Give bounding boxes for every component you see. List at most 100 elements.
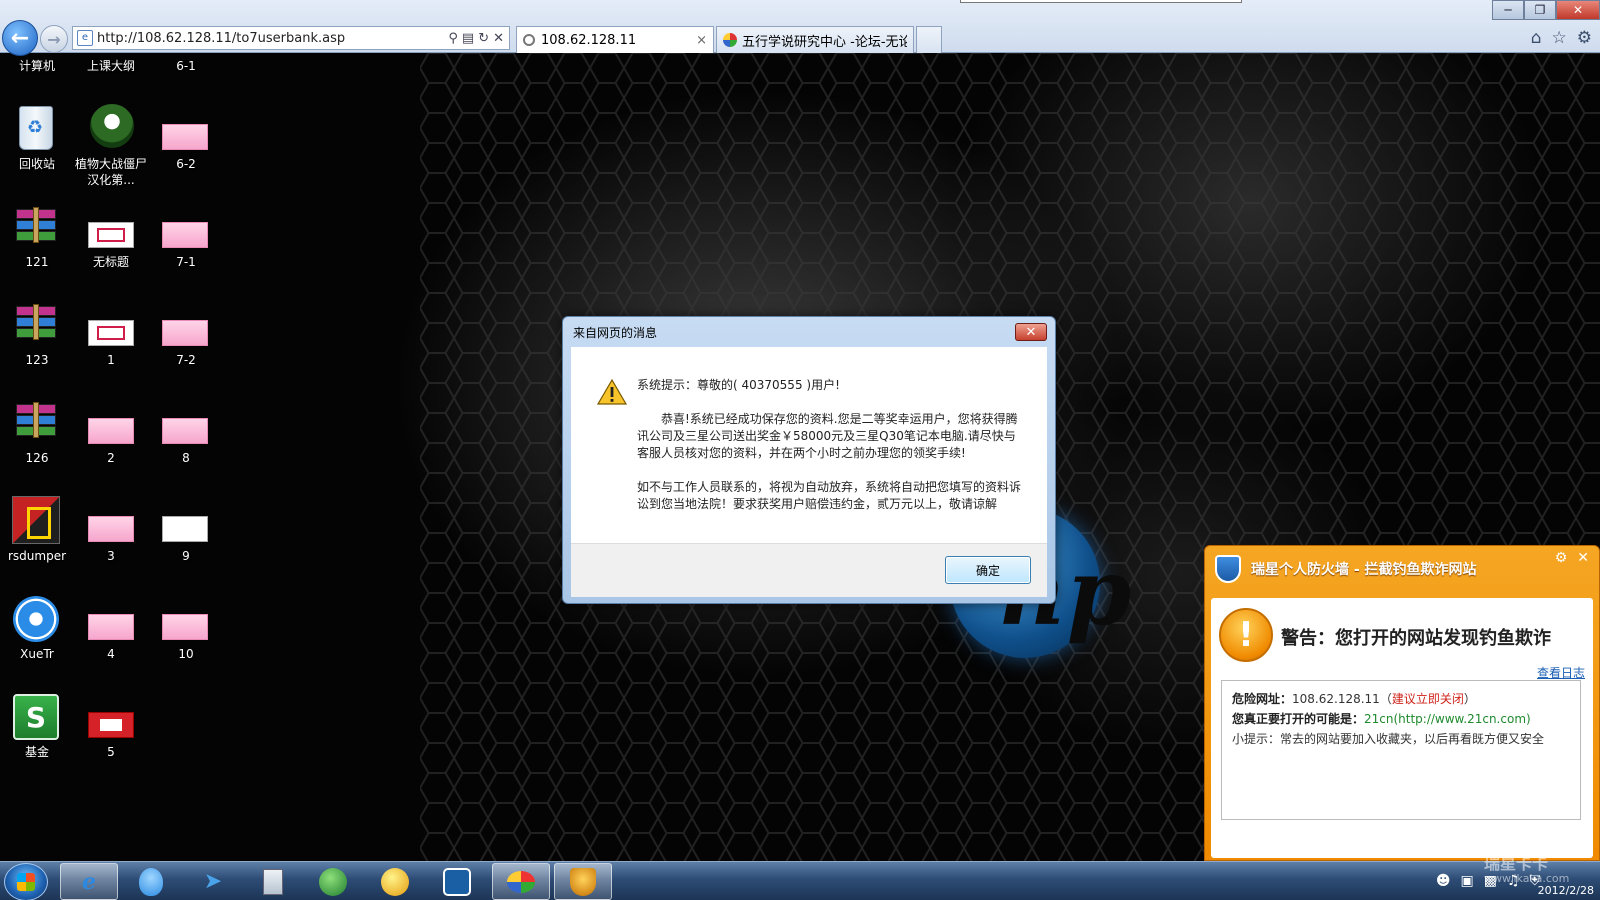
desktop-label-pvz: 植物大战僵尸 汉化第...: [74, 157, 147, 187]
page-icon: e: [77, 30, 93, 46]
image-7-1-icon[interactable]: [162, 222, 208, 248]
loading-icon: [523, 34, 535, 46]
image-9-icon[interactable]: [162, 516, 208, 542]
image-untitled-icon[interactable]: [88, 222, 134, 248]
windows-logo-icon: [17, 873, 35, 891]
desktop-label-8: 8: [182, 451, 190, 465]
web-message-dialog: 来自网页的消息 ✕ 系统提示：尊敬的( 40370555 )用户! 恭喜!系统已…: [562, 316, 1056, 604]
forward-arrow-icon[interactable]: →: [40, 25, 68, 53]
firewall-header: 瑞星个人防火墙 - 拦截钓鱼欺诈网站: [1205, 546, 1599, 592]
qq-tray-icon[interactable]: ☻: [1436, 873, 1451, 889]
firewall-tip: 小提示：常去的网站要加入收藏夹，以后再看既方便又安全: [1232, 732, 1545, 746]
image-10-icon[interactable]: [162, 614, 208, 640]
close-now-link[interactable]: 建议立即关闭: [1392, 692, 1464, 706]
watermark-text: 瑞星卡卡: [1484, 854, 1549, 873]
danger-url-row: 危险网址：108.62.128.11（建议立即关闭）: [1232, 689, 1570, 709]
ok-button[interactable]: 确定: [945, 556, 1031, 584]
watermark-url: www.ikaka.com: [1484, 872, 1570, 885]
ie-taskbar-icon[interactable]: e: [60, 863, 118, 900]
real-site-row: 您真正要打开的可能是：21cn(http://www.21cn.com): [1232, 709, 1570, 729]
image-2-icon[interactable]: [88, 418, 134, 444]
url-text[interactable]: http://108.62.128.11/to7userbank.asp: [97, 31, 448, 46]
new-tab-button[interactable]: [916, 26, 942, 53]
network-tray-icon[interactable]: ▣: [1460, 873, 1473, 889]
desktop-label-9: 9: [182, 549, 190, 563]
view-log-link[interactable]: 查看日志: [1537, 664, 1585, 681]
dialog-line-threat: 如不与工作人员联系的，将视为自动放弃，系统将自动把您填写的资料诉讼到您当地法院！…: [637, 480, 1022, 511]
dialog-message: 系统提示：尊敬的( 40370555 )用户! 恭喜!系统已经成功保存您的资料.…: [637, 377, 1021, 530]
tab-active[interactable]: 108.62.128.11 ×: [516, 26, 714, 53]
image-4-icon[interactable]: [88, 614, 134, 640]
paint-taskbar-icon[interactable]: [492, 863, 550, 900]
browser-toolbar: ← → e http://108.62.128.11/to7userbank.a…: [0, 0, 1600, 56]
qq-taskbar-icon[interactable]: [122, 863, 180, 900]
spreadsheet-icon[interactable]: S: [13, 694, 59, 740]
winrar-archive-icon[interactable]: [14, 402, 58, 440]
site-favicon-icon: [723, 33, 737, 47]
desktop-label-5: 5: [107, 745, 115, 759]
tools-gear-icon[interactable]: ⚙: [1577, 28, 1592, 48]
calculator-taskbar-icon[interactable]: [244, 863, 302, 900]
image-5-icon[interactable]: [88, 712, 134, 738]
stop-icon[interactable]: ✕: [493, 31, 504, 46]
restore-icon[interactable]: ❐: [1524, 0, 1556, 20]
refresh-icon[interactable]: ↻: [478, 31, 489, 46]
tab-title: 108.62.128.11: [541, 32, 637, 48]
winrar-archive-icon[interactable]: [14, 207, 58, 245]
tab-close-icon[interactable]: ×: [696, 33, 707, 48]
desktop-label-123: 123: [25, 353, 49, 367]
bird-taskbar-icon[interactable]: ➤: [184, 863, 242, 900]
desktop-label-3: 3: [107, 549, 115, 563]
plants-vs-zombies-icon[interactable]: [90, 104, 134, 148]
desktop-label-7-2: 7-2: [176, 353, 196, 367]
desktop-label-6-2: 6-2: [176, 157, 196, 171]
music-player-taskbar-icon[interactable]: [428, 863, 486, 900]
firewall-tools: ⚙ ✕: [1555, 550, 1589, 566]
globe-download-taskbar-icon[interactable]: [304, 863, 362, 900]
real-site-link[interactable]: 21cn(http://www.21cn.com): [1364, 712, 1531, 726]
home-icon[interactable]: ⌂: [1531, 28, 1542, 48]
image-3-icon[interactable]: [88, 516, 134, 542]
winrar-archive-icon[interactable]: [14, 304, 58, 342]
dialog-line-greeting: 系统提示：尊敬的( 40370555 )用户!: [637, 378, 840, 392]
desktop-icon-syllabus[interactable]: 上课大纲: [74, 58, 148, 74]
firewall-popup: 瑞星个人防火墙 - 拦截钓鱼欺诈网站 ⚙ ✕ ! 警告：您打开的网站发现钓鱼欺诈…: [1204, 545, 1600, 861]
desktop-label-2: 2: [107, 451, 115, 465]
dialog-close-icon[interactable]: ✕: [1015, 323, 1047, 341]
image-1-icon[interactable]: [88, 320, 134, 346]
clock-date[interactable]: 2012/2/28: [1538, 884, 1594, 897]
tab-title: 五行学说研究中心 -论坛-无论...: [742, 34, 907, 50]
start-button[interactable]: [4, 863, 48, 900]
recycle-bin-icon[interactable]: [19, 106, 53, 150]
desktop-icon-computer[interactable]: 计算机: [0, 58, 74, 74]
dialog-title: 来自网页的消息: [573, 326, 658, 340]
favorites-star-icon[interactable]: ☆: [1552, 28, 1567, 48]
window-close-icon[interactable]: ✕: [1556, 0, 1600, 20]
compat-icon[interactable]: ▤: [462, 31, 474, 46]
rsdumper-icon[interactable]: [12, 496, 60, 544]
rising-lion-taskbar-icon[interactable]: [554, 863, 612, 900]
image-6-2-icon[interactable]: [162, 124, 208, 150]
search-icon[interactable]: ⚲: [448, 31, 458, 46]
dialog-line-prize: 恭喜!系统已经成功保存您的资料.您是二等奖幸运用户，您将获得腾讯公司及三星公司送…: [637, 412, 1018, 460]
firewall-heading: 警告：您打开的网站发现钓鱼欺诈: [1281, 628, 1551, 649]
media-taskbar-icon[interactable]: [366, 863, 424, 900]
desktop-label-recycle: 回收站: [18, 157, 55, 171]
minimize-icon[interactable]: ─: [1492, 0, 1524, 20]
desktop-label-1: 1: [107, 353, 115, 367]
desktop-icon-6-1[interactable]: 6-1: [149, 58, 223, 74]
warning-triangle-icon: [597, 379, 627, 405]
firewall-detail: 危险网址：108.62.128.11（建议立即关闭） 您真正要打开的可能是：21…: [1221, 680, 1581, 820]
xuetr-icon[interactable]: [13, 596, 59, 642]
desktop-label-rsdumper: rsdumper: [7, 549, 67, 563]
tab-forum[interactable]: 五行学说研究中心 -论坛-无论...: [716, 26, 914, 53]
popup-close-icon[interactable]: ✕: [1577, 550, 1589, 566]
taskbar: e ➤ ☻ ▣ ▩ ♫ ⛨ 2012/2/28: [0, 861, 1600, 900]
image-7-2-icon[interactable]: [162, 320, 208, 346]
settings-gear-icon[interactable]: ⚙: [1555, 550, 1568, 566]
back-arrow-icon[interactable]: ←: [2, 20, 38, 56]
danger-paren-close: ）: [1463, 692, 1476, 706]
image-8-icon[interactable]: [162, 418, 208, 444]
address-bar[interactable]: e http://108.62.128.11/to7userbank.asp ⚲…: [72, 26, 510, 50]
top-slot: [960, 0, 1242, 3]
